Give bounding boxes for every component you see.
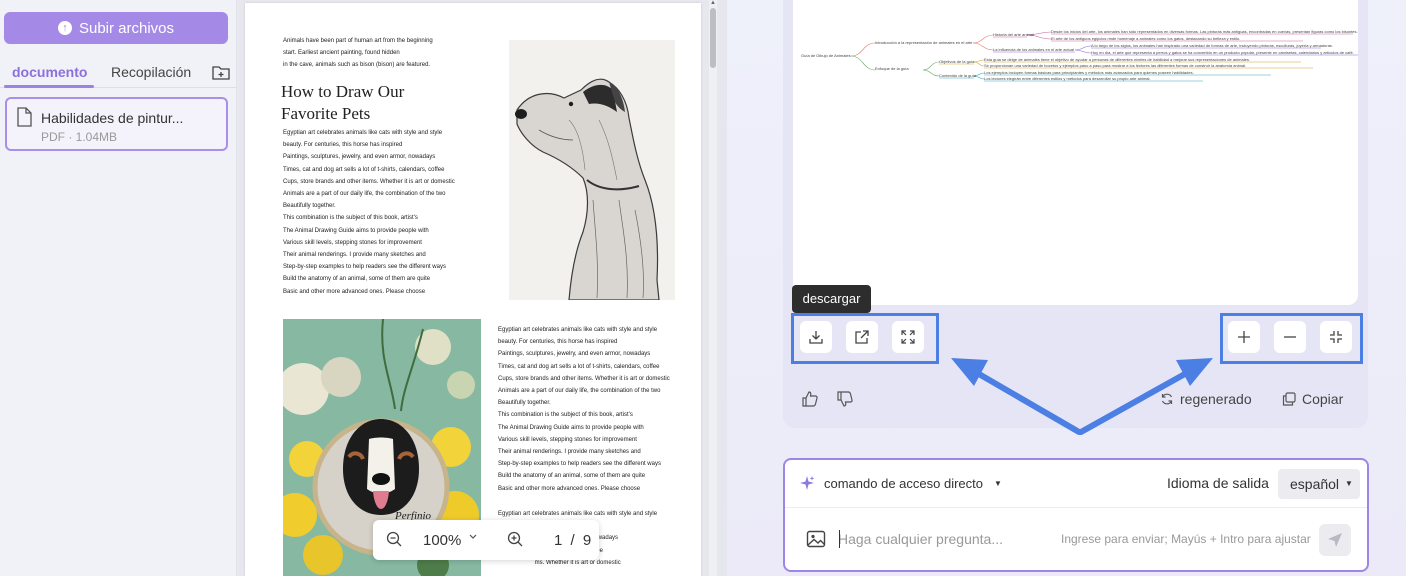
minus-icon — [1284, 336, 1296, 338]
mindmap-leaf: Los lectores elegirán entre diferentes e… — [984, 76, 1151, 81]
mindmap-node: Historia del arte animal — [993, 32, 1034, 37]
mindmap-node: La influencia de los animales en el arte… — [993, 47, 1074, 52]
plus-icon — [1238, 331, 1250, 343]
mindmap-leaf: A lo largo de los siglos, los animales h… — [1091, 43, 1333, 48]
tab-recopilacion[interactable]: Recopilación — [111, 64, 191, 80]
page-indicator: 1 / 9 — [554, 532, 591, 549]
dog-sketch-image — [509, 40, 675, 300]
zoom-out-button[interactable] — [1274, 321, 1306, 353]
copy-button[interactable]: Copiar — [1282, 391, 1343, 407]
image-upload-icon[interactable] — [806, 530, 826, 548]
output-language-label: Idioma de salida — [1167, 475, 1269, 491]
tab-documento[interactable]: documento — [12, 64, 87, 80]
active-tab-indicator — [4, 85, 94, 88]
mindmap-leaf: Esta guía se dirige de animales tiene el… — [984, 57, 1250, 62]
zoom-level[interactable]: 100% — [423, 532, 461, 549]
document-tabs: documento Recopilación — [0, 58, 237, 88]
mindmap-leaf: El arte de los antiguos egipcios rinde h… — [1051, 36, 1241, 41]
shortcut-command-dropdown[interactable]: comando de acceso directo — [824, 476, 983, 491]
current-page[interactable]: 1 — [554, 532, 562, 549]
file-name: Habilidades de pintur... — [41, 110, 184, 126]
pdf-viewer: Animals have been part of human art from… — [237, 0, 720, 576]
copy-icon — [1282, 392, 1296, 406]
ai-panel: Guía de Dibujo de Animales Introducción … — [720, 0, 1406, 576]
text-cursor — [839, 530, 840, 548]
file-icon — [17, 107, 32, 127]
download-button[interactable] — [800, 321, 832, 353]
share-icon — [855, 330, 869, 344]
question-input[interactable] — [838, 528, 1038, 550]
caret-down-icon: ▼ — [1345, 479, 1353, 488]
scroll-up-icon[interactable]: ▲ — [709, 0, 717, 6]
body-paragraph-1: Egyptian art celebrates animals like cat… — [283, 130, 455, 295]
panel-separator[interactable] — [720, 0, 727, 576]
mindmap-branch-1: Introducción a la representación de anim… — [875, 40, 973, 45]
chat-input-box: comando de acceso directo ▼ Idioma de sa… — [783, 458, 1369, 572]
mindmap-leaf: Desde los inicios del arte, los animales… — [1051, 29, 1358, 34]
upload-icon: ↑ — [57, 21, 72, 35]
sparkle-icon — [800, 476, 815, 490]
vertical-scrollbar[interactable]: ▲ — [709, 0, 717, 576]
fit-screen-button[interactable] — [1320, 321, 1352, 353]
output-language-value: español — [1290, 476, 1340, 492]
pdf-page: Animals have been part of human art from… — [245, 3, 701, 576]
mindmap-node: Contenido de la guía — [939, 73, 976, 78]
page-heading: How to Draw Our Favorite Pets — [281, 82, 405, 123]
output-language-select[interactable]: español ▼ — [1278, 469, 1360, 499]
file-meta: PDF · 1.04MB — [41, 130, 118, 144]
upload-label: Subir archivos — [78, 19, 175, 37]
scrollbar-thumb[interactable] — [710, 8, 716, 68]
chevron-down-icon[interactable] — [468, 533, 478, 541]
caret-down-icon[interactable]: ▼ — [994, 479, 1002, 488]
regenerate-label: regenerado — [1180, 391, 1252, 407]
send-icon — [1328, 533, 1342, 547]
fit-screen-icon — [1330, 331, 1342, 343]
download-icon — [809, 331, 823, 344]
regenerate-button[interactable]: regenerado — [1160, 391, 1252, 407]
body-paragraph-2: Egyptian art celebrates animals like cat… — [498, 327, 670, 492]
intro-paragraph: Animals have been part of human art from… — [283, 38, 433, 69]
thumbs-up-icon[interactable] — [801, 390, 819, 408]
mindmap-root: Guía de Dibujo de Animales — [801, 53, 851, 58]
input-options-bar: comando de acceso directo ▼ Idioma de sa… — [785, 460, 1367, 508]
fullscreen-button[interactable] — [892, 321, 924, 353]
upload-files-button[interactable]: ↑ Subir archivos — [4, 12, 228, 44]
page-separator: / — [570, 532, 575, 549]
send-button[interactable] — [1319, 524, 1351, 556]
mindmap-leaf: Los ejemplos incluyen formas básicas par… — [984, 70, 1194, 75]
fullscreen-icon — [901, 330, 915, 344]
zoom-toolbar: 100% 1 / 9 — [373, 520, 599, 560]
mindmap-canvas: Guía de Dibujo de Animales Introducción … — [793, 0, 1358, 305]
zoom-out-icon[interactable] — [386, 531, 402, 547]
refresh-icon — [1161, 393, 1173, 405]
mindmap-branch-2: Enfoque de la guía — [875, 66, 909, 71]
mindmap-node: Objetivos de la guía — [939, 59, 975, 64]
share-button[interactable] — [846, 321, 878, 353]
download-tooltip: descargar — [792, 285, 871, 313]
input-hint: Ingrese para enviar; Mayús + Intro para … — [1061, 532, 1311, 546]
copy-label: Copiar — [1302, 391, 1344, 407]
thumbs-down-icon[interactable] — [836, 390, 854, 408]
file-item[interactable]: Habilidades de pintur... PDF · 1.04MB — [5, 97, 228, 151]
zoom-in-button[interactable] — [1228, 321, 1260, 353]
mindmap-leaf: Se proporcionan una variedad de bocetos … — [984, 63, 1247, 68]
add-folder-icon[interactable] — [212, 64, 230, 80]
mindmap-leaf: Hoy en día, el arte que representa a per… — [1091, 50, 1354, 55]
zoom-in-icon[interactable] — [507, 531, 523, 547]
sidebar: ↑ Subir archivos documento Recopilación … — [0, 0, 237, 576]
total-pages: 9 — [582, 532, 592, 549]
